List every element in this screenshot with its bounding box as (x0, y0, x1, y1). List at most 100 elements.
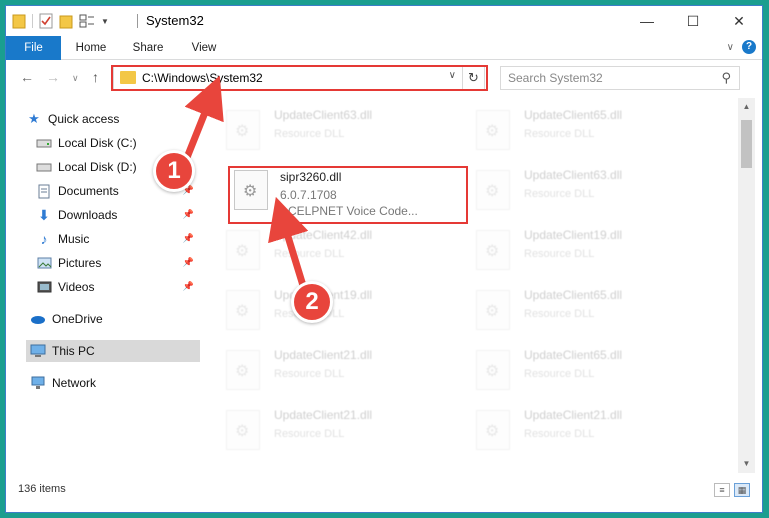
pin-icon[interactable]: 📌 (183, 257, 194, 268)
title-separator (137, 14, 138, 28)
step-badge-1: 1 (153, 150, 195, 192)
documents-icon (36, 183, 52, 199)
pin-icon[interactable]: 📌 (183, 209, 194, 220)
title-bar: ▼ System32 — ☐ ✕ (6, 6, 762, 36)
sidebar-item-pictures[interactable]: Pictures 📌 (36, 252, 200, 274)
music-icon: ♪ (40, 231, 48, 247)
search-input[interactable]: Search System32 ⚲ (500, 66, 740, 90)
search-placeholder: Search System32 (508, 71, 603, 85)
file-type: Resource DLL (524, 188, 595, 200)
file-type: Resource DLL (524, 368, 595, 380)
sidebar-item-label: Downloads (58, 208, 118, 222)
minimize-button[interactable]: — (624, 6, 670, 36)
status-bar: 136 items ≡ ▦ (6, 480, 762, 502)
file-type: Resource DLL (524, 248, 595, 260)
vertical-scrollbar[interactable]: ▲ ▼ (738, 98, 755, 473)
file-name: UpdateClient19.dll (524, 228, 623, 242)
new-folder-icon[interactable] (59, 13, 73, 29)
step-badge-2: 2 (291, 281, 333, 323)
toolbar-separator (32, 14, 33, 28)
minimize-icon: — (640, 13, 654, 29)
file-tile[interactable]: UpdateClient65.dll Resource DLL (462, 278, 697, 334)
file-name: UpdateClient21.dll (274, 348, 373, 362)
file-tile[interactable]: UpdateClient63.dll Resource DLL (462, 158, 697, 214)
maximize-button[interactable]: ☐ (670, 6, 716, 36)
file-type: Resource DLL (524, 308, 595, 320)
caption-buttons: — ☐ ✕ (624, 6, 762, 36)
dll-file-icon (476, 230, 510, 270)
search-icon[interactable]: ⚲ (721, 70, 731, 86)
recent-chevron-icon[interactable]: ∨ (72, 73, 79, 84)
file-type: Resource DLL (274, 428, 345, 440)
sidebar-item-label: Music (58, 232, 90, 246)
quick-access-toolbar: ▼ (12, 12, 109, 30)
file-tile[interactable]: UpdateClient19.dll Resource DLL (462, 218, 697, 274)
sidebar-item-onedrive[interactable]: OneDrive (30, 308, 224, 330)
download-icon: ⬇ (38, 206, 50, 223)
help-icon[interactable]: ? (742, 40, 756, 54)
details-view-icon[interactable]: ≡ (714, 483, 730, 497)
sidebar-item-local-disk-c[interactable]: Local Disk (C:) (36, 132, 230, 154)
cloud-icon (30, 311, 46, 327)
dll-file-icon (476, 170, 510, 210)
drive-icon (36, 159, 52, 175)
close-button[interactable]: ✕ (716, 6, 762, 36)
expand-ribbon-icon[interactable]: ∨ (727, 42, 734, 53)
scrollbar-thumb[interactable] (741, 120, 752, 168)
file-name: UpdateClient21.dll (524, 408, 623, 422)
dll-file-icon (476, 110, 510, 150)
sidebar-item-label: OneDrive (52, 312, 103, 326)
file-tile[interactable]: UpdateClient63.dll Resource DLL (212, 98, 447, 154)
file-tile[interactable]: UpdateClient42.dll Resource DLL (212, 218, 447, 274)
chevron-down-icon[interactable]: ▼ (101, 17, 109, 26)
dll-file-icon (226, 350, 260, 390)
videos-icon (36, 279, 52, 295)
tab-view[interactable]: View (182, 36, 226, 60)
pictures-icon (36, 255, 52, 271)
sidebar-item-this-pc[interactable]: This PC (26, 340, 200, 362)
maximize-icon: ☐ (686, 12, 700, 29)
file-tile[interactable]: UpdateClient65.dll Resource DLL (462, 98, 697, 154)
dll-file-icon (226, 290, 260, 330)
tiles-view-icon[interactable]: ▦ (734, 483, 750, 497)
tab-home[interactable]: Home (68, 36, 114, 60)
sidebar-item-label: Local Disk (C:) (58, 136, 137, 150)
file-tile[interactable]: UpdateClient21.dll Resource DLL (212, 338, 447, 394)
sidebar-item-music[interactable]: ♪ Music 📌 (36, 228, 200, 250)
items-count: 136 items (18, 483, 66, 495)
file-tile[interactable]: UpdateClient21.dll Resource DLL (212, 398, 447, 454)
back-arrow-icon[interactable]: ← (20, 69, 34, 85)
close-icon: ✕ (733, 12, 745, 29)
sidebar-item-label: Videos (58, 280, 95, 294)
tab-share[interactable]: Share (124, 36, 172, 60)
file-name: UpdateClient65.dll (524, 348, 623, 362)
scroll-down-icon[interactable]: ▼ (738, 457, 755, 471)
pin-icon[interactable]: 📌 (183, 281, 194, 292)
view-options-icon[interactable] (79, 13, 95, 29)
sidebar-item-videos[interactable]: Videos 📌 (36, 276, 200, 298)
pin-icon[interactable]: 📌 (183, 233, 194, 244)
file-name: UpdateClient63.dll (524, 168, 623, 182)
file-name: UpdateClient21.dll (274, 408, 373, 422)
up-arrow-icon[interactable]: ↑ (92, 69, 99, 85)
explorer-window: ▼ System32 — ☐ ✕ File Home Share View ∨ … (5, 5, 763, 513)
file-tile[interactable]: UpdateClient21.dll Resource DLL (462, 398, 697, 454)
dll-file-icon (476, 410, 510, 450)
sidebar-item-local-disk-d[interactable]: Local Disk (D:) (36, 156, 230, 178)
file-tile[interactable]: UpdateClient65.dll Resource DLL (462, 338, 697, 394)
computer-icon (30, 343, 46, 359)
file-type: Resource DLL (524, 128, 595, 140)
address-row: ← → ∨ ↑ C:\Windows\System32 ∨ ↻ Search S… (6, 63, 762, 93)
file-type: Resource DLL (274, 128, 345, 140)
scroll-up-icon[interactable]: ▲ (738, 100, 755, 114)
ribbon-tabs: File Home Share View ∨ ? (6, 36, 762, 60)
properties-icon[interactable] (39, 13, 53, 29)
drive-icon (36, 135, 52, 151)
file-name: UpdateClient65.dll (524, 288, 623, 302)
sidebar-item-label: Pictures (58, 256, 102, 270)
forward-arrow-icon[interactable]: → (46, 69, 60, 85)
sidebar-item-downloads[interactable]: ⬇ Downloads 📌 (36, 204, 200, 226)
tab-file[interactable]: File (6, 36, 61, 60)
sidebar-item-quick-access[interactable]: ★ Quick access (26, 108, 220, 130)
sidebar-item-network[interactable]: Network (30, 372, 224, 394)
